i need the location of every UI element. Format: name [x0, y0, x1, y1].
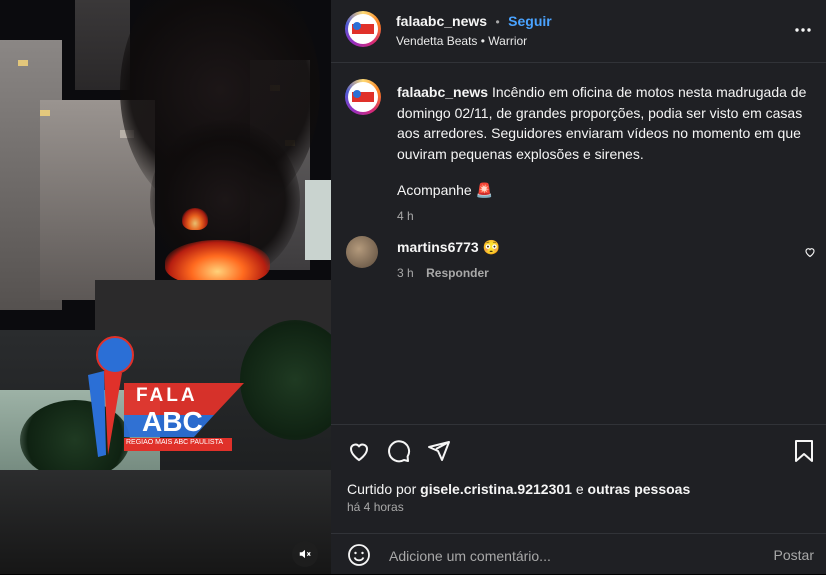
post-author-username[interactable]: falaabc_news	[396, 13, 487, 29]
save-button[interactable]	[793, 439, 815, 468]
caption-avatar[interactable]	[345, 79, 381, 115]
caption-follow-up: Acompanhe 🚨	[397, 182, 494, 198]
like-button[interactable]	[347, 439, 371, 468]
likes-prefix: Curtido por	[347, 481, 421, 497]
audio-track-link[interactable]: Vendetta Beats • Warrior	[396, 34, 527, 48]
avatar[interactable]	[345, 11, 381, 47]
bookmark-icon	[795, 440, 813, 462]
comment-text: 😳	[482, 239, 501, 255]
scene-fire	[182, 208, 208, 230]
post-caption: falaabc_news Incêndio em oficina de moto…	[397, 82, 807, 226]
comment-item: martins6773 😳 3 h Responder	[331, 234, 826, 284]
likes-joiner: e	[571, 481, 588, 497]
post-details-panel: falaabc_news • Seguir Vendetta Beats • W…	[331, 0, 826, 574]
post-age: há 4 horas	[347, 500, 404, 514]
comment-bubble-icon	[388, 440, 411, 463]
fala-abc-avatar-icon	[352, 90, 374, 102]
logo-text-fala: FALA	[136, 385, 198, 406]
likes-summary: Curtido por gisele.cristina.9212301 e ou…	[347, 481, 690, 497]
scene-building-far-right	[305, 180, 331, 260]
avatar[interactable]	[346, 236, 378, 268]
scene-fire	[165, 240, 270, 285]
share-button[interactable]	[427, 439, 451, 468]
more-options-icon	[795, 28, 811, 32]
emoji-button[interactable]	[347, 543, 371, 572]
caption-username[interactable]: falaabc_news	[397, 84, 488, 100]
post-header: falaabc_news • Seguir Vendetta Beats • W…	[331, 0, 826, 63]
comment-button[interactable]	[387, 439, 411, 468]
mute-toggle-button[interactable]	[292, 541, 318, 567]
more-options-button[interactable]	[793, 20, 813, 40]
header-separator: •	[495, 15, 500, 29]
comment-like-button[interactable]	[804, 245, 816, 263]
post-comment-button[interactable]: Postar	[774, 547, 814, 563]
logo-text-abc: ABC	[142, 406, 203, 437]
scene-window	[40, 110, 50, 116]
heart-outline-icon	[805, 248, 815, 258]
post-video[interactable]: FALA ABC REGIÃO MAIS ABC PAULISTA	[0, 0, 331, 574]
likes-user[interactable]: gisele.cristina.9212301	[420, 481, 572, 497]
comment-input[interactable]	[387, 545, 751, 567]
likes-others[interactable]: outras pessoas	[588, 481, 691, 497]
logo-tagline: REGIÃO MAIS ABC PAULISTA	[126, 439, 223, 446]
fala-abc-avatar-icon	[352, 22, 374, 34]
add-comment-bar: Postar	[331, 533, 826, 575]
scene-foreground-roof	[0, 470, 331, 574]
fala-abc-logo: FALA ABC REGIÃO MAIS ABC PAULISTA	[84, 335, 244, 465]
post-dialog: FALA ABC REGIÃO MAIS ABC PAULISTA falaab…	[0, 0, 826, 574]
comment-reply-button[interactable]: Responder	[426, 266, 489, 280]
scene-window	[18, 60, 28, 66]
volume-muted-icon	[299, 549, 311, 559]
heart-outline-icon	[349, 443, 369, 462]
follow-button[interactable]: Seguir	[508, 13, 552, 29]
emoji-smile-icon	[348, 544, 370, 566]
comment-timestamp: 3 h	[397, 266, 414, 280]
paper-plane-icon	[428, 441, 450, 461]
caption-timestamp: 4 h	[397, 208, 414, 223]
comment-username[interactable]: martins6773	[397, 239, 479, 255]
